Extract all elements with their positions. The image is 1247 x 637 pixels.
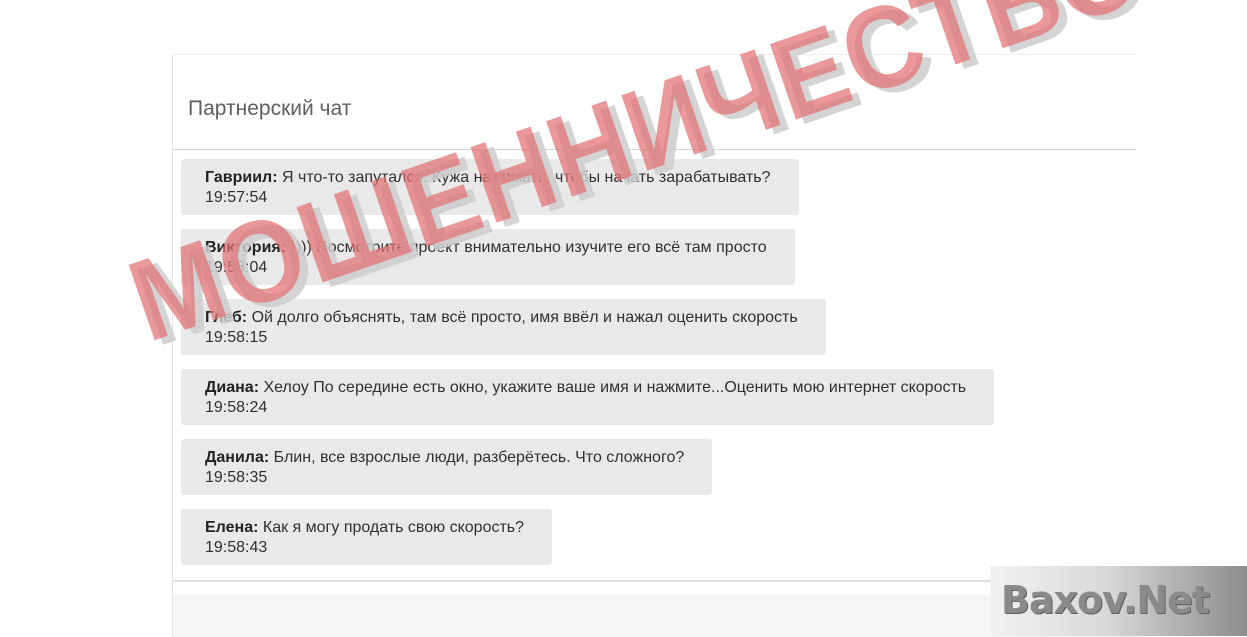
site-watermark: Baxov.Net xyxy=(990,566,1247,636)
message-time: 19:58:24 xyxy=(205,399,268,416)
message-text: Блин, все взрослые люди, разберётесь. Чт… xyxy=(269,449,685,466)
message-text: Хелоу По середине есть окно, укажите ваш… xyxy=(259,379,967,396)
message-time: 19:58:15 xyxy=(205,329,268,346)
message-text: Ой долго объяснять, там всё просто, имя … xyxy=(247,309,798,326)
chat-message: Елена: Как я могу продать свою скорость?… xyxy=(181,509,553,565)
chat-message: Данила: Блин, все взрослые люди, разберё… xyxy=(181,439,713,495)
chat-message: Диана: Хелоу По середине есть окно, укаж… xyxy=(181,369,995,425)
message-author: Гавриил: xyxy=(205,169,278,186)
message-time: 19:58:43 xyxy=(205,539,268,556)
message-author: Диана: xyxy=(205,379,260,396)
message-author: Данила: xyxy=(205,449,270,466)
watermark-text: Baxov.Net xyxy=(1000,578,1210,622)
message-author: Елена: xyxy=(205,519,259,536)
panel-title: Партнерский чат xyxy=(188,97,352,120)
message-time: 19:58:35 xyxy=(205,469,268,486)
message-text: Как я могу продать свою скорость? xyxy=(258,519,525,536)
